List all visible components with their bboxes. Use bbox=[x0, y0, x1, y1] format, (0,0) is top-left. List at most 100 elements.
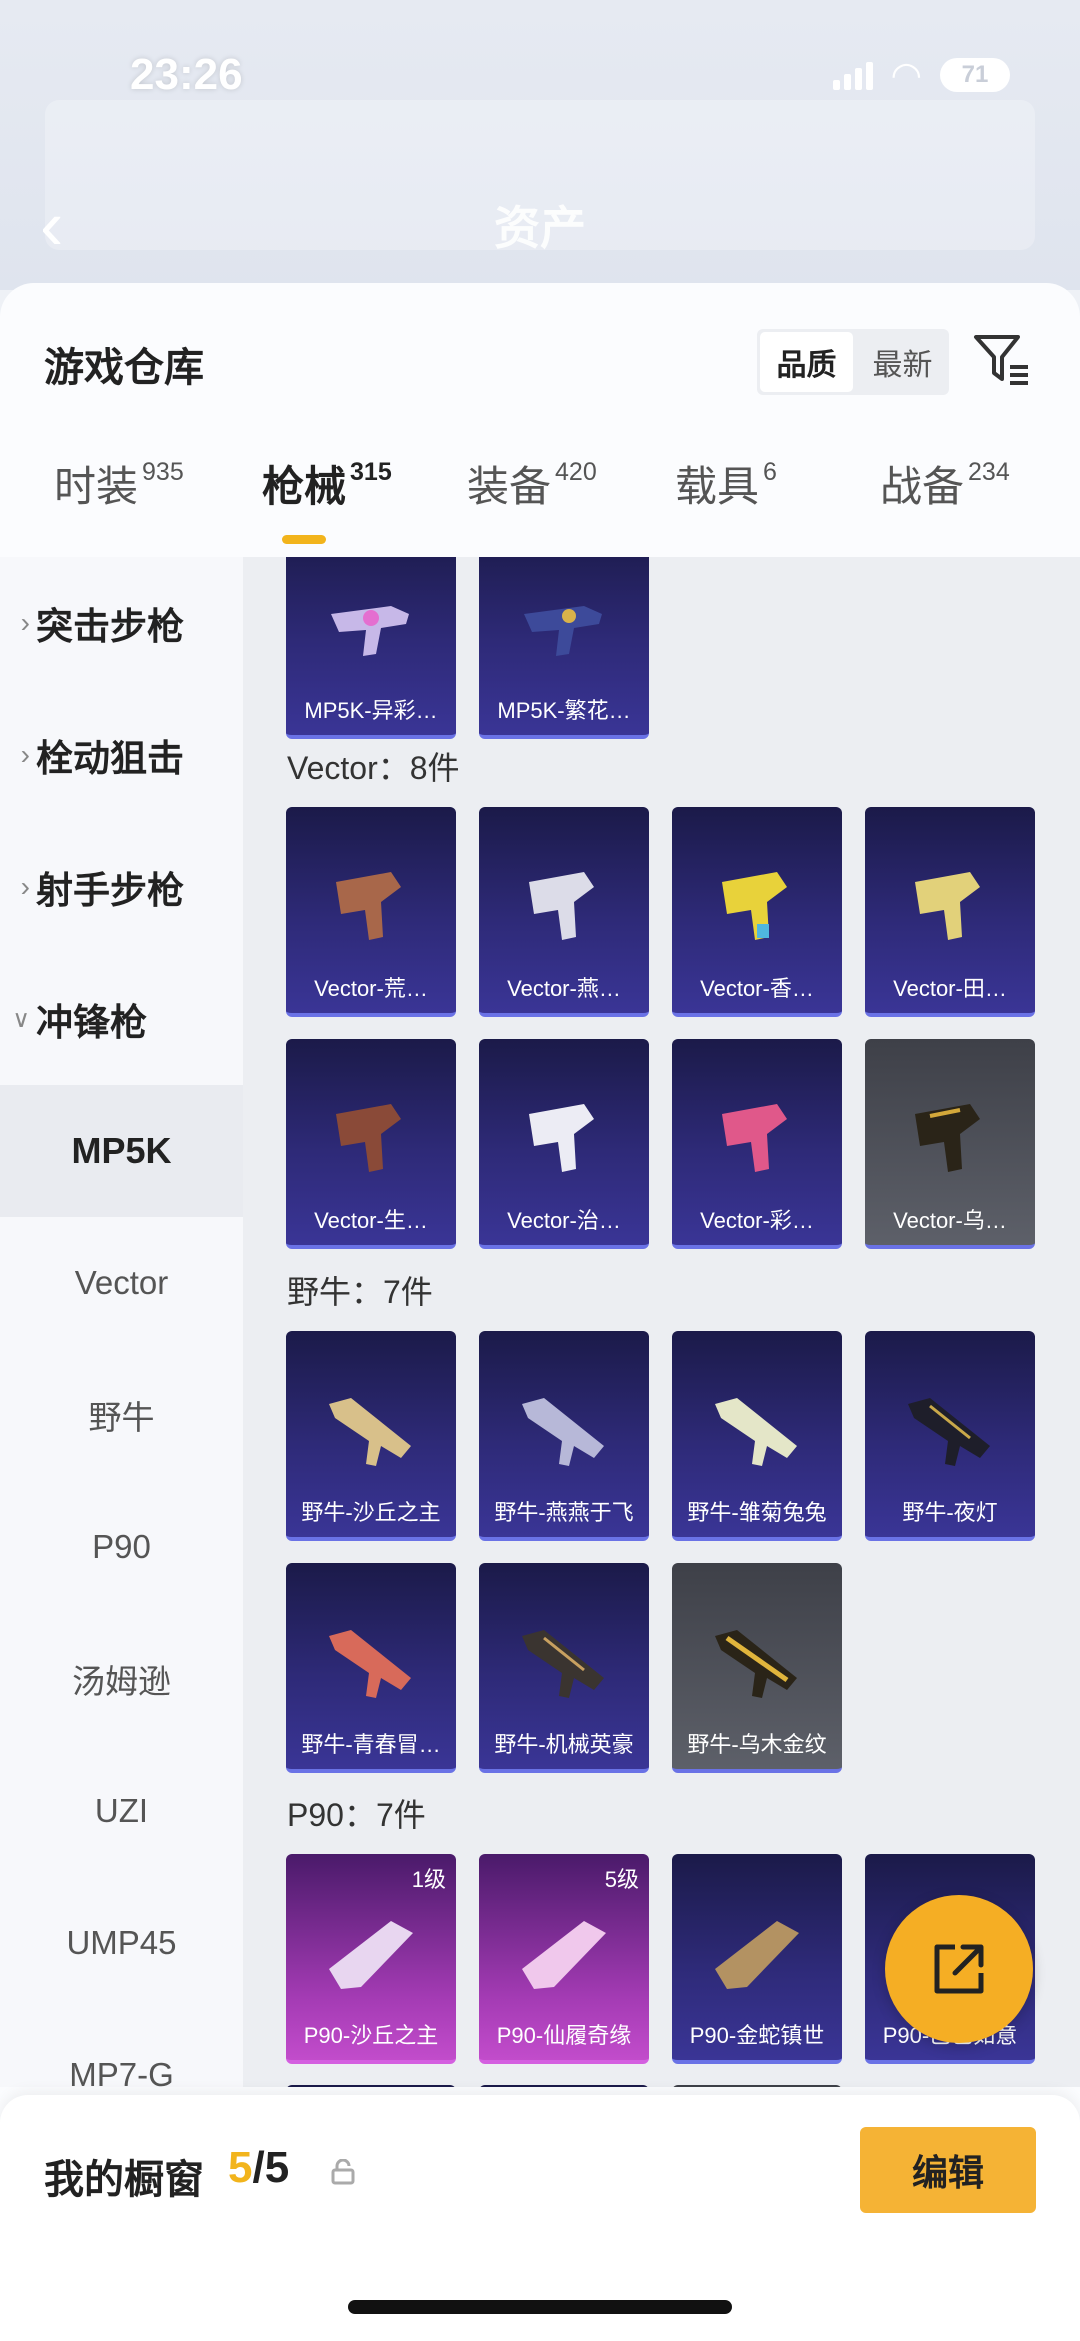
weapon-card[interactable]: 野牛-雏菊兔兔 bbox=[672, 1331, 842, 1541]
tab-guns[interactable]: 枪械 315 bbox=[262, 453, 392, 514]
tab-equipment[interactable]: 装备 420 bbox=[467, 453, 597, 514]
tab-label: 枪械 bbox=[262, 463, 347, 510]
weapon-card[interactable]: Vector-彩… bbox=[672, 1039, 842, 1249]
weapon-name: 野牛-青春冒… bbox=[301, 1732, 441, 1757]
weapon-skin-image bbox=[336, 1104, 401, 1172]
weapon-name: Vector-香… bbox=[700, 976, 814, 1001]
weapon-card[interactable]: 野牛-夜灯 bbox=[865, 1331, 1035, 1541]
weapon-card[interactable]: 野牛-乌木金纹 bbox=[672, 1563, 842, 1773]
battery-level: 71 bbox=[961, 61, 989, 88]
tab-count: 6 bbox=[763, 458, 777, 486]
sidebar-item-vector[interactable]: Vector bbox=[0, 1217, 243, 1349]
weapon-card[interactable]: 1级 P90-沙丘之主 bbox=[286, 1854, 456, 2064]
home-indicator bbox=[348, 2300, 732, 2314]
weapon-card[interactable] bbox=[479, 2085, 649, 2087]
weapon-skin-image bbox=[522, 1398, 604, 1466]
sidebar-item-label: 汤姆逊 bbox=[72, 1663, 171, 1700]
edit-button[interactable]: 编辑 bbox=[860, 2127, 1036, 2213]
tab-battle-gear[interactable]: 战备 234 bbox=[880, 453, 1010, 514]
weapon-name: MP5K-异彩… bbox=[304, 698, 438, 723]
weapon-name: 野牛-乌木金纹 bbox=[687, 1732, 827, 1757]
weapon-skin-image bbox=[915, 872, 980, 940]
weapon-skin-image bbox=[522, 1921, 606, 1989]
weapon-skin-image bbox=[331, 606, 409, 656]
tab-fashion[interactable]: 时装 935 bbox=[54, 453, 184, 514]
weapon-card[interactable] bbox=[672, 2085, 842, 2087]
status-time: 23:26 bbox=[130, 50, 243, 99]
sidebar-item-assault-rifle[interactable]: › 突击步枪 bbox=[0, 557, 243, 689]
weapon-card[interactable]: 野牛-沙丘之主 bbox=[286, 1331, 456, 1541]
weapon-card[interactable]: Vector-田… bbox=[865, 807, 1035, 1017]
sheet-title: 游戏仓库 bbox=[44, 346, 204, 390]
sort-quality-button[interactable]: 品质 bbox=[760, 332, 853, 392]
sidebar-item-mp5k[interactable]: MP5K bbox=[0, 1085, 243, 1217]
weapon-name: 野牛-雏菊兔兔 bbox=[687, 1500, 827, 1525]
chevron-right-icon: › bbox=[20, 739, 30, 770]
showcase-count: 5/5 bbox=[228, 2143, 289, 2193]
sidebar-item-p90[interactable]: P90 bbox=[0, 1481, 243, 1613]
weapon-skin-image bbox=[522, 1630, 604, 1698]
weapon-name: Vector-彩… bbox=[700, 1208, 814, 1233]
weapon-card[interactable]: 野牛-青春冒… bbox=[286, 1563, 456, 1773]
weapon-card[interactable]: Vector-燕… bbox=[479, 807, 649, 1017]
sidebar-item-label: MP7-G bbox=[69, 2056, 174, 2087]
weapon-card[interactable] bbox=[286, 2085, 456, 2087]
weapon-skin-image bbox=[529, 872, 594, 940]
item-grid: MP5K-异彩… MP5K-繁花… Vector：8件 Vector-荒… Ve… bbox=[243, 557, 1080, 2087]
sidebar-item-bizon[interactable]: 野牛 bbox=[0, 1349, 243, 1481]
showcase-total: /5 bbox=[252, 2143, 290, 2192]
sidebar-item-ump45[interactable]: UMP45 bbox=[0, 1877, 243, 2009]
weapon-card[interactable]: Vector-治… bbox=[479, 1039, 649, 1249]
sidebar-item-marksman-rifle[interactable]: › 射手步枪 bbox=[0, 821, 243, 953]
tab-label: 装备 bbox=[467, 463, 552, 510]
weapon-skin-image bbox=[329, 1921, 413, 1989]
weapon-card[interactable]: Vector-荒… bbox=[286, 807, 456, 1017]
battery-icon: 71 bbox=[940, 58, 1010, 92]
weapon-card[interactable]: Vector-生… bbox=[286, 1039, 456, 1249]
weapon-sidebar: › 突击步枪 › 栓动狙击 › 射手步枪 ∨ 冲锋枪 MP5K Vector 野牛 P9… bbox=[0, 557, 243, 2087]
weapon-name: Vector-乌… bbox=[893, 1208, 1007, 1233]
weapon-skin-image bbox=[915, 1104, 980, 1172]
weapon-name: P90-仙履奇缘 bbox=[496, 2023, 632, 2048]
weapon-level: 5级 bbox=[604, 1867, 639, 1892]
weapon-name: 野牛-燕燕于飞 bbox=[494, 1500, 634, 1525]
sort-newest-button[interactable]: 最新 bbox=[856, 329, 949, 395]
sidebar-item-uzi[interactable]: UZI bbox=[0, 1745, 243, 1877]
sidebar-item-label: 冲锋枪 bbox=[36, 1002, 147, 1043]
weapon-card[interactable]: 野牛-机械英豪 bbox=[479, 1563, 649, 1773]
weapon-skin-image bbox=[715, 1630, 797, 1698]
weapon-skin-image bbox=[908, 1398, 990, 1466]
tab-count: 315 bbox=[350, 458, 392, 486]
wifi-icon: ◠ bbox=[890, 54, 922, 95]
weapon-card[interactable]: Vector-乌… bbox=[865, 1039, 1035, 1249]
screen: 23:26 ◠ 71 ‹ 资产 游戏仓库 品质 最新 时装 935 枪械 315 装… bbox=[0, 0, 1080, 2341]
share-button[interactable] bbox=[885, 1895, 1033, 2043]
sidebar-item-label: UMP45 bbox=[66, 1924, 177, 1961]
weapon-card[interactable]: 野牛-燕燕于飞 bbox=[479, 1331, 649, 1541]
weapon-card[interactable]: MP5K-异彩… bbox=[286, 557, 456, 739]
tab-vehicles[interactable]: 载具 6 bbox=[675, 453, 777, 514]
weapon-level: 1级 bbox=[411, 1867, 446, 1892]
sidebar-item-thompson[interactable]: 汤姆逊 bbox=[0, 1613, 243, 1745]
signal-icon bbox=[832, 60, 873, 90]
sidebar-item-smg[interactable]: ∨ 冲锋枪 bbox=[0, 953, 243, 1085]
weapon-card[interactable]: P90-金蛇镇世 bbox=[672, 1854, 842, 2064]
weapon-skin-image bbox=[336, 872, 401, 940]
filter-icon[interactable] bbox=[972, 329, 1032, 389]
status-area: 23:26 ◠ 71 ‹ 资产 bbox=[0, 0, 1080, 290]
showcase-label: 我的橱窗 bbox=[44, 2158, 204, 2202]
chevron-right-icon: › bbox=[20, 607, 30, 638]
sidebar-item-bolt-sniper[interactable]: › 栓动狙击 bbox=[0, 689, 243, 821]
sidebar-item-mp7g[interactable]: MP7-G bbox=[0, 2009, 243, 2087]
weapon-card[interactable]: Vector-香… bbox=[672, 807, 842, 1017]
weapon-name: 野牛-夜灯 bbox=[902, 1500, 998, 1525]
weapon-name: 野牛-沙丘之主 bbox=[301, 1500, 441, 1525]
chevron-right-icon: › bbox=[20, 871, 30, 902]
weapon-card[interactable]: 5级 P90-仙履奇缘 bbox=[479, 1854, 649, 2064]
weapon-skin-image bbox=[529, 1104, 594, 1172]
weapon-name: 野牛-机械英豪 bbox=[494, 1732, 634, 1757]
weapon-skin-image bbox=[715, 1921, 799, 1989]
sidebar-item-label: P90 bbox=[92, 1528, 151, 1565]
weapon-card[interactable]: MP5K-繁花… bbox=[479, 557, 649, 739]
weapon-skin-image bbox=[524, 606, 602, 656]
